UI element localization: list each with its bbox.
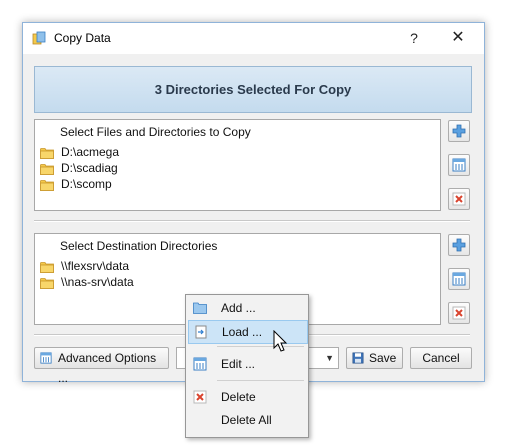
advanced-options-label: Advanced Options ... [58,351,157,385]
advanced-options-button[interactable]: Advanced Options ... [34,347,169,385]
delete-icon [193,390,207,404]
cancel-button[interactable]: Cancel [410,347,472,369]
folder-icon [40,163,54,175]
menu-item-load[interactable]: Load ... [188,320,308,344]
destination-list-item[interactable]: \\nas-srv\data [40,274,134,290]
destination-list-item[interactable]: \\flexsrv\data [40,258,129,274]
save-button[interactable]: Save [346,347,403,369]
copy-data-app-icon [32,31,46,45]
mouse-cursor-icon [273,330,288,352]
source-list-item[interactable]: D:\scadiag [40,160,118,176]
source-delete-button[interactable] [448,188,470,210]
destination-item-label: \\nas-srv\data [61,275,134,289]
destination-add-button[interactable] [448,234,470,256]
menu-separator [217,380,304,381]
source-edit-button[interactable] [448,154,470,176]
destination-delete-button[interactable] [448,302,470,324]
window-title: Copy Data [54,31,111,45]
edit-icon [452,272,466,286]
destination-panel-title: Select Destination Directories [60,239,218,253]
menu-separator [217,346,304,347]
folder-icon [40,261,54,273]
folder-icon [40,147,54,159]
source-list-item[interactable]: D:\scomp [40,176,112,192]
destination-edit-button[interactable] [448,268,470,290]
help-button[interactable]: ? [399,28,429,48]
panel-separator [34,220,470,222]
menu-item-delete-all[interactable]: Delete All [188,409,306,431]
edit-icon [193,357,207,371]
save-icon [352,352,364,364]
close-button[interactable]: ✕ [443,28,473,48]
source-directories-list[interactable]: Select Files and Directories to Copy D:\… [34,119,441,211]
save-label: Save [369,351,397,365]
source-panel-title: Select Files and Directories to Copy [60,125,251,139]
chevron-down-icon[interactable]: ▼ [325,350,334,366]
menu-item-label: Add ... [221,301,256,315]
options-icon [40,352,52,364]
menu-item-label: Delete [221,390,256,404]
delete-icon [452,306,466,320]
menu-item-label: Load ... [222,325,263,339]
plus-icon [452,238,466,252]
load-icon [194,325,208,339]
folder-icon [40,277,54,289]
menu-item-edit[interactable]: Edit ... [188,353,306,375]
title-bar[interactable]: Copy Data ? ✕ [23,23,484,54]
menu-item-delete[interactable]: Delete [188,386,306,408]
source-item-label: D:\scomp [61,177,112,191]
selection-summary-banner: 3 Directories Selected For Copy [34,66,472,113]
menu-item-label: Delete All [221,413,272,427]
menu-item-label: Edit ... [221,357,256,371]
folder-add-icon [193,302,207,314]
folder-icon [40,179,54,191]
delete-icon [452,192,466,206]
edit-icon [452,158,466,172]
destination-item-label: \\flexsrv\data [61,259,130,273]
source-add-button[interactable] [448,120,470,142]
context-menu: Add ... Load ... Edit ... Delete Delete … [185,294,309,438]
source-item-label: D:\acmega [61,145,120,159]
plus-icon [452,124,466,138]
source-item-label: D:\scadiag [61,161,118,175]
source-list-item[interactable]: D:\acmega [40,144,119,160]
menu-item-add[interactable]: Add ... [188,297,306,319]
